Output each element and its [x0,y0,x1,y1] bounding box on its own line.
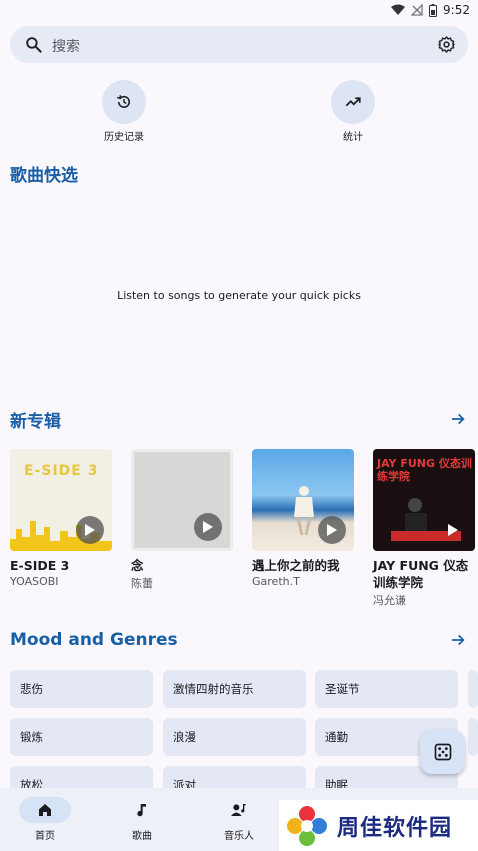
quick-picks-title: 歌曲快选 [10,166,78,186]
mood-chip-partial[interactable] [468,718,478,756]
nav-home-label: 首页 [35,831,55,842]
artist-icon [231,804,246,816]
nav-songs-label: 歌曲 [132,831,152,842]
search-bar[interactable]: 搜索 [10,26,468,63]
home-icon [39,804,51,816]
play-icon [85,524,95,536]
play-icon [448,524,458,536]
gear-icon[interactable] [437,35,456,54]
trending-up-icon [345,97,361,107]
album-cover-text: E-SIDE 3 [24,463,99,479]
watermark-text: 周佳软件园 [337,815,453,841]
no-signal-icon [411,4,423,16]
search-icon [26,37,42,53]
mood-chip[interactable]: 浪漫 [163,718,306,756]
mood-chip[interactable]: 悲伤 [10,670,153,708]
search-placeholder[interactable]: 搜索 [52,36,80,56]
album-cover[interactable]: E-SIDE 3 [10,449,112,551]
album-title: 遇上你之前的我 [252,558,340,573]
album-card[interactable]: 遇上你之前的我 Gareth.T [252,449,354,588]
play-icon [327,524,337,536]
mood-chip[interactable]: 圣诞节 [315,670,458,708]
status-time: 9:52 [443,3,470,17]
quick-picks-empty-message: Listen to songs to generate your quick p… [117,289,361,302]
shuffle-fab[interactable] [420,730,465,774]
battery-icon [429,3,438,17]
nav-songs[interactable]: 歌曲 [107,797,177,842]
history-label: 历史记录 [104,132,144,143]
new-albums-title: 新专辑 [10,412,61,432]
history-button[interactable]: 历史记录 [84,80,164,143]
wifi-icon [391,4,406,15]
mood-genres-arrow-icon[interactable] [450,632,466,648]
album-artist: 陈蕾 [131,577,153,590]
mood-genres-title: Mood and Genres [10,630,178,650]
mood-chip-partial[interactable] [468,670,478,708]
nav-home[interactable]: 首页 [10,797,80,842]
album-card[interactable]: E-SIDE 3 E-SIDE 3 YOASOBI [10,449,112,588]
play-icon [203,521,213,533]
history-icon [117,95,131,108]
pinwheel-logo-icon [287,805,327,846]
music-note-icon [137,804,146,817]
watermark: 周佳软件园 [279,800,478,851]
album-title: JAY FUNG 仪态训练学院 [373,558,469,590]
play-button[interactable] [439,516,467,544]
play-button[interactable] [76,516,104,544]
play-button[interactable] [194,513,222,541]
mood-chip[interactable]: 锻炼 [10,718,153,756]
album-artist: Gareth.T [252,575,300,588]
status-bar: 9:52 [0,0,478,22]
stats-label: 统计 [343,132,363,143]
album-artist: 冯允谦 [373,594,406,607]
album-artist: YOASOBI [10,575,59,588]
stats-button[interactable]: 统计 [313,80,393,143]
album-title: E-SIDE 3 [10,558,70,573]
play-button[interactable] [318,516,346,544]
nav-artists[interactable]: 音乐人 [204,797,274,842]
album-cover[interactable] [252,449,354,551]
album-title: 念 [131,558,144,573]
album-card[interactable]: 念 陈蕾 [131,449,233,591]
nav-artists-label: 音乐人 [224,831,254,842]
dice-icon [434,743,451,761]
album-cover[interactable] [131,449,233,551]
album-cover-text: JAY FUNG 仪态训练学院 [377,457,472,483]
album-card[interactable]: JAY FUNG 仪态训练学院 JAY FUNG 仪态训练学院 冯允谦 [373,449,475,608]
new-albums-arrow-icon[interactable] [450,411,466,427]
figure-art [294,486,314,535]
mood-chip[interactable]: 激情四射的音乐 [163,670,306,708]
album-cover[interactable]: JAY FUNG 仪态训练学院 [373,449,475,551]
